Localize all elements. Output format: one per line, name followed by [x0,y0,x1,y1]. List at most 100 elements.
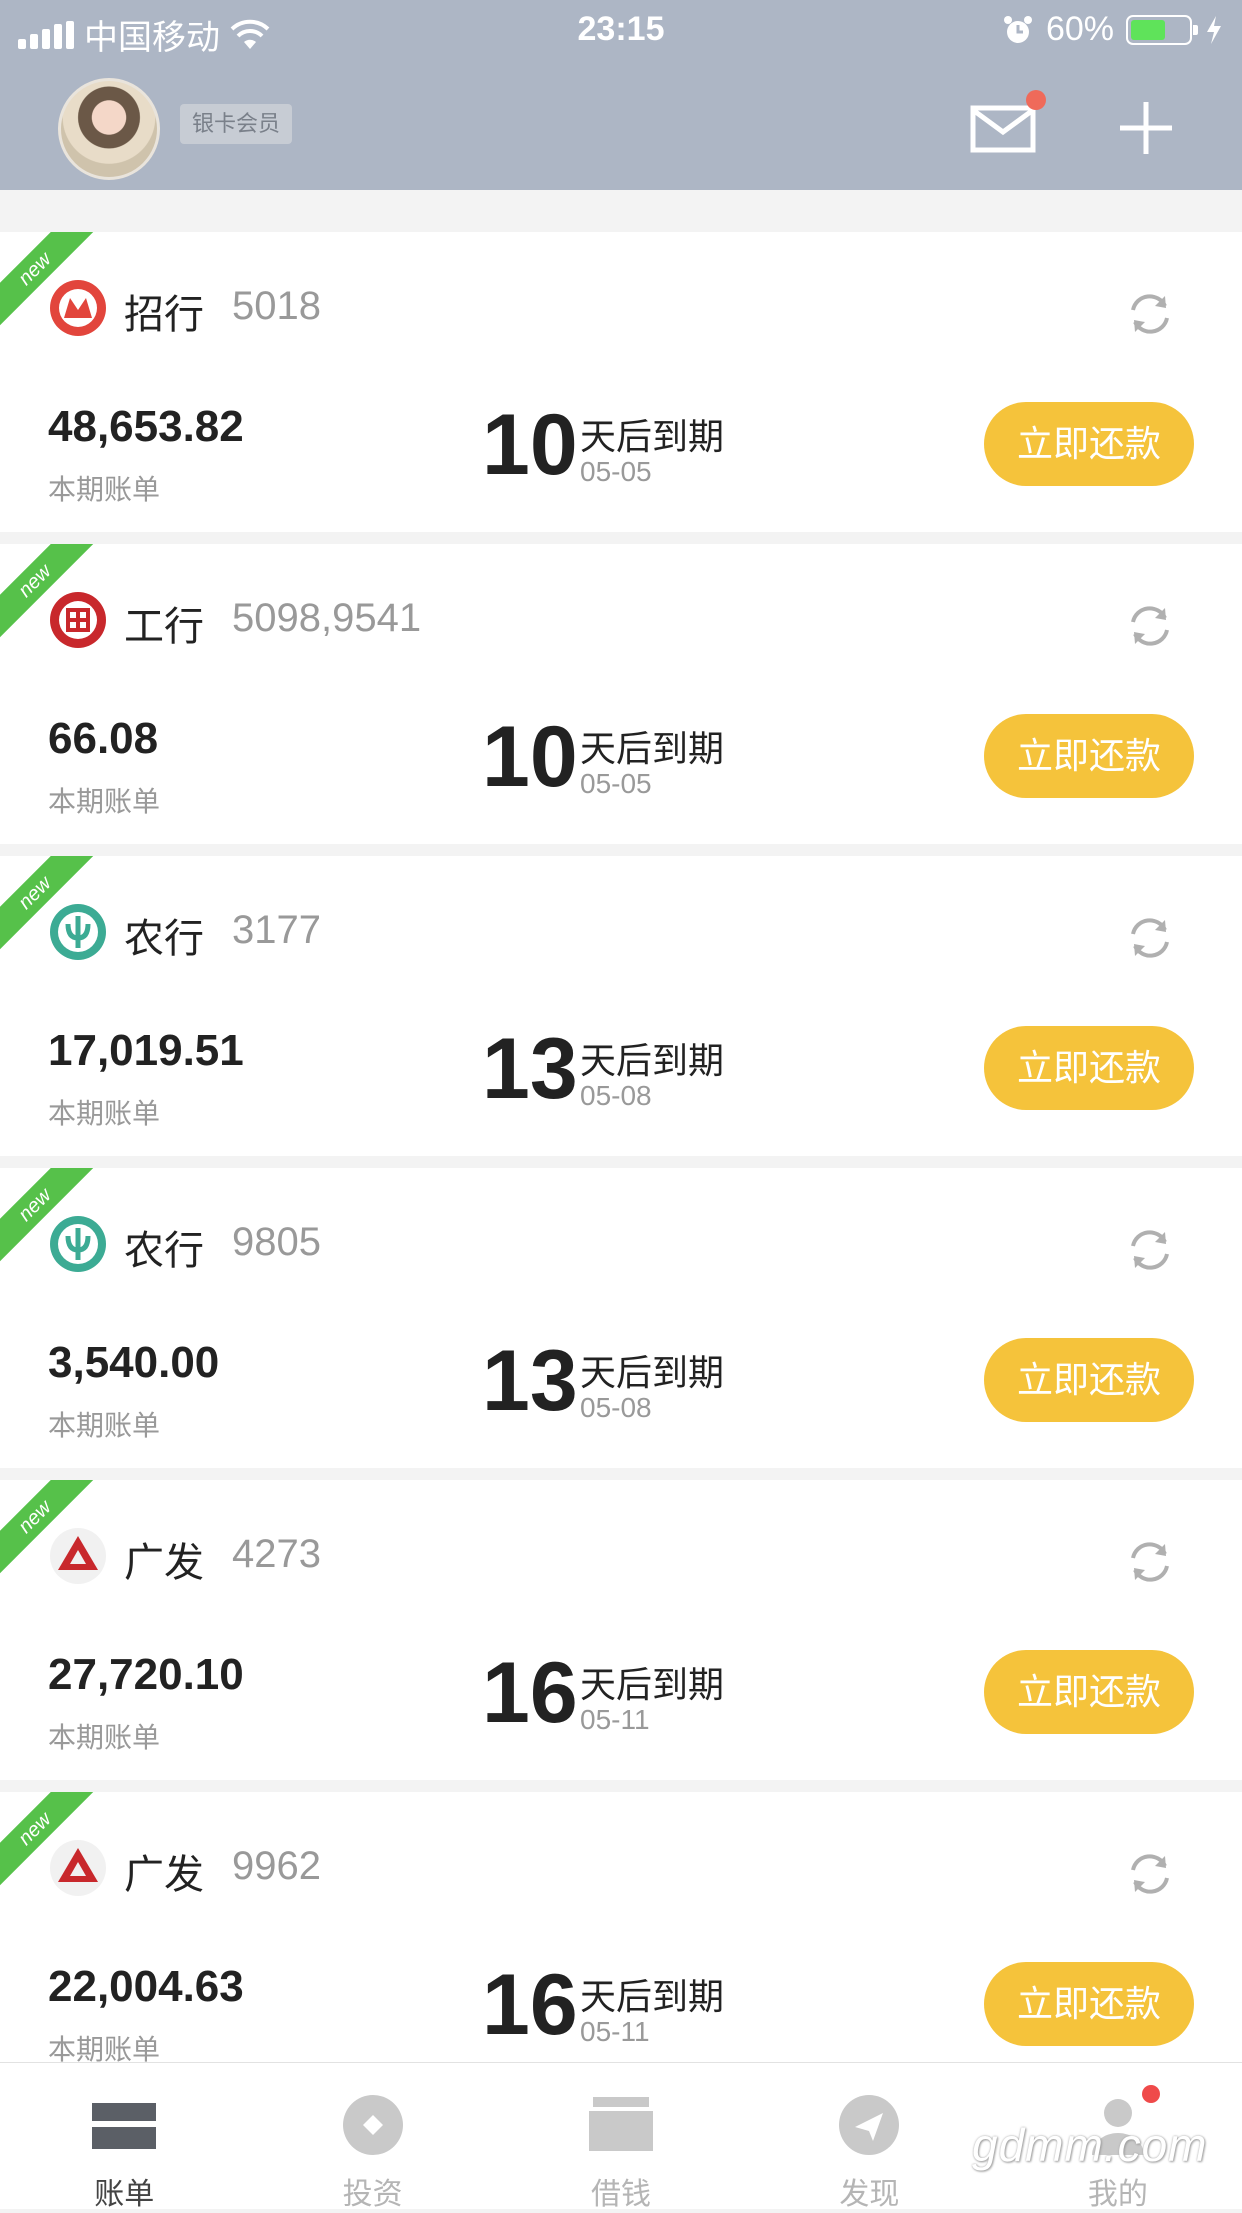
invest-icon [342,2095,403,2155]
tab-borrow[interactable]: 借钱 [497,2063,745,2211]
mail-unread-dot [1026,90,1046,110]
refresh-icon[interactable] [1124,1848,1176,1900]
due-text: 天后到期 [580,1664,725,1705]
charging-icon [1207,15,1221,44]
cmb-logo-icon-graphic [50,280,106,336]
due-text: 天后到期 [580,416,725,457]
bill-card[interactable]: new 农行 3177 17,019.51 本期账单 13 天后到期 05-08… [0,856,1242,1156]
card-number: 9805 [232,1220,321,1264]
bill-card[interactable]: new 广发 9962 22,004.63 本期账单 16 天后到期 05-11… [0,1792,1242,2092]
tab-bills[interactable]: 账单 [0,2063,248,2211]
cmb-logo-icon [48,278,108,338]
tab-discover[interactable]: 发现 [745,2063,993,2211]
abc-logo-icon-graphic [50,1216,106,1272]
card-number: 5098,9541 [232,596,422,640]
bill-amount-label: 本期账单 [48,786,161,817]
repay-now-button[interactable]: 立即还款 [984,1026,1194,1110]
member-badge[interactable]: 银卡会员 [180,104,293,144]
days-until-due: 13 [482,1021,578,1117]
icbc-logo-icon-graphic [50,592,106,648]
due-text: 天后到期 [580,1976,725,2017]
repay-now-button[interactable]: 立即还款 [984,1650,1194,1734]
refresh-icon[interactable] [1124,1224,1176,1276]
add-icon[interactable] [1116,98,1176,158]
abc-logo-icon-graphic [50,904,106,960]
bills-icon [92,2103,157,2149]
bill-amount: 27,720.10 [48,1650,244,1699]
battery-icon [1126,14,1198,45]
bill-card[interactable]: new 广发 4273 27,720.10 本期账单 16 天后到期 05-11… [0,1480,1242,1780]
tab-invest[interactable]: 投资 [248,2063,496,2211]
cgb-logo-icon [48,1838,108,1898]
discover-icon [839,2095,900,2155]
days-until-due: 10 [482,397,578,493]
bank-name: 广发 [124,1853,204,1897]
due-date: 05-08 [580,1392,652,1423]
refresh-icon[interactable] [1124,912,1176,964]
days-until-due: 16 [482,1957,578,2053]
cgb-logo-icon-graphic [50,1528,106,1584]
abc-logo-icon [48,902,108,962]
refresh-icon[interactable] [1124,288,1176,340]
repay-now-button[interactable]: 立即还款 [984,402,1194,486]
bank-name: 农行 [124,1229,204,1273]
due-date: 05-05 [580,768,652,799]
avatar[interactable] [58,78,160,180]
days-until-due: 16 [482,1645,578,1741]
borrow-icon [589,2097,654,2151]
bill-amount: 22,004.63 [48,1962,244,2011]
repay-now-button[interactable]: 立即还款 [984,1338,1194,1422]
watermark: gdmm.com [972,2119,1208,2171]
icbc-logo-icon [48,590,108,650]
bank-name: 招行 [124,293,204,337]
refresh-icon[interactable] [1124,1536,1176,1588]
tab-label: 我的 [1087,2178,1148,2211]
bill-amount-label: 本期账单 [48,1722,161,1753]
bank-name: 农行 [124,917,204,961]
repay-now-button[interactable]: 立即还款 [984,1962,1194,2046]
bill-amount: 17,019.51 [48,1026,244,1075]
app-header: 银卡会员 [0,62,1242,190]
status-right: 60% [1002,10,1224,49]
due-text: 天后到期 [580,1352,725,1393]
refresh-icon[interactable] [1124,600,1176,652]
due-date: 05-08 [580,1080,652,1111]
bank-name: 广发 [124,1541,204,1585]
due-text: 天后到期 [580,1040,725,1081]
notification-dot [1141,2085,1160,2103]
card-number: 9962 [232,1844,321,1888]
bill-amount: 48,653.82 [48,402,244,451]
alarm-icon [1003,15,1032,43]
bill-card-list: new 招行 5018 48,653.82 本期账单 10 天后到期 05-05… [0,232,1242,2104]
bill-card[interactable]: new 招行 5018 48,653.82 本期账单 10 天后到期 05-05… [0,232,1242,532]
days-until-due: 10 [482,709,578,805]
bill-card[interactable]: new 工行 5098,9541 66.08 本期账单 10 天后到期 05-0… [0,544,1242,844]
due-date: 05-11 [580,1704,650,1735]
card-number: 5018 [232,284,321,328]
tab-label: 借钱 [591,2178,652,2211]
tab-label: 投资 [342,2178,403,2211]
abc-logo-icon [48,1214,108,1274]
bank-name: 工行 [124,605,204,649]
cgb-logo-icon-graphic [50,1840,106,1896]
card-number: 3177 [232,908,321,952]
cgb-logo-icon [48,1526,108,1586]
bill-amount-label: 本期账单 [48,1410,161,1441]
bill-card[interactable]: new 农行 9805 3,540.00 本期账单 13 天后到期 05-08 … [0,1168,1242,1468]
battery-level [1131,19,1165,40]
due-text: 天后到期 [580,728,725,769]
due-date: 05-11 [580,2016,650,2047]
bill-amount: 3,540.00 [48,1338,220,1387]
repay-now-button[interactable]: 立即还款 [984,714,1194,798]
card-number: 4273 [232,1532,321,1576]
tab-label: 账单 [94,2178,155,2211]
bill-amount-label: 本期账单 [48,474,161,505]
tab-label: 发现 [839,2178,900,2211]
due-date: 05-05 [580,456,652,487]
bill-amount-label: 本期账单 [48,1098,161,1129]
battery-percent: 60% [1045,10,1114,48]
bill-amount: 66.08 [48,714,159,763]
mail-icon[interactable] [970,102,1036,154]
status-bar: 中国移动 23:15 60% [0,0,1242,62]
days-until-due: 13 [482,1333,578,1429]
